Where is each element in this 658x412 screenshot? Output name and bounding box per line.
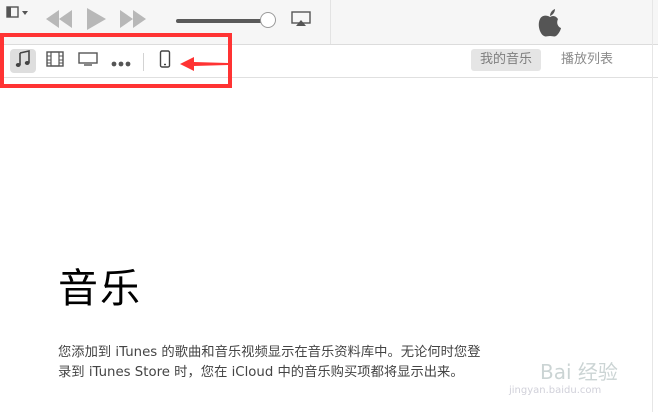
apple-logo-icon [537,8,563,38]
airplay-icon[interactable] [291,11,311,27]
description-line: 录到 iTunes Store 时，您在 iCloud 中的音乐购买项都将显示出… [58,365,464,380]
divider [652,0,653,412]
watermark: Bai 经验 [540,360,618,384]
playback-controls [44,6,148,32]
rewind-icon[interactable] [44,6,74,32]
description-line: 您添加到 iTunes 的歌曲和音乐视频显示在音乐资料库中。无论何时您登 [58,345,481,360]
page-title: 音乐 [58,266,142,312]
arrow-icon [180,56,230,76]
fast-forward-icon[interactable] [118,6,148,32]
volume-knob[interactable] [260,12,276,28]
menu-icon[interactable] [6,6,32,24]
divider [330,0,331,44]
play-icon[interactable] [84,6,108,32]
watermark-url: jingyan.baidu.com [509,385,602,396]
description: 您添加到 iTunes 的歌曲和音乐视频显示在音乐资料库中。无论何时您登 录到 … [58,343,538,383]
tab-playlists[interactable]: 播放列表 [552,49,622,71]
tab-my-music[interactable]: 我的音乐 [471,49,542,71]
